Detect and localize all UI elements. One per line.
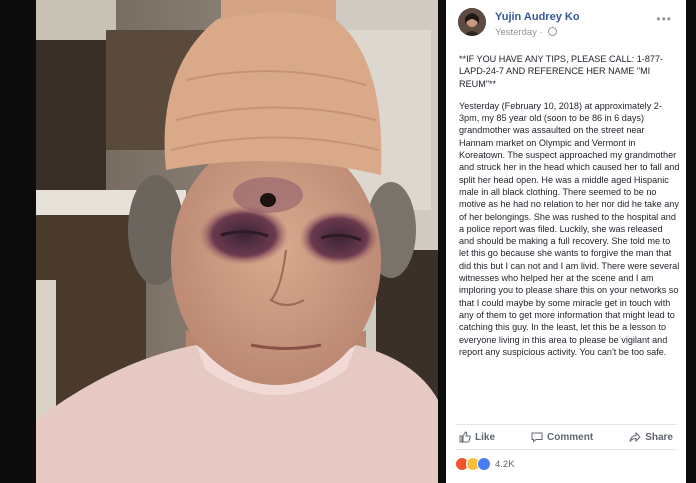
like-button[interactable]: Like	[459, 431, 495, 443]
profile-photo-icon	[458, 8, 486, 36]
comment-icon	[531, 432, 543, 443]
like-reaction-icon	[477, 457, 491, 471]
comment-button[interactable]: Comment	[531, 431, 593, 443]
reaction-count: 4.2K	[495, 458, 515, 470]
post-actions-bar: Like Comment Share	[455, 424, 677, 450]
photo-image	[36, 0, 438, 483]
post-text: **IF YOU HAVE ANY TIPS, PLEASE CALL: 1-8…	[459, 53, 680, 358]
reactions-summary[interactable]: 4.2K	[455, 456, 515, 472]
post-header: Yujin Audrey Ko Yesterday · •••	[446, 0, 686, 40]
globe-icon	[548, 27, 558, 36]
share-arrow-icon	[629, 431, 641, 443]
post-photo[interactable]	[36, 0, 438, 483]
post-timestamp[interactable]: Yesterday ·	[495, 27, 545, 38]
share-button[interactable]: Share	[629, 431, 673, 443]
thumbs-up-icon	[459, 431, 471, 443]
author-name-link[interactable]: Yujin Audrey Ko	[495, 11, 580, 23]
avatar[interactable]	[458, 8, 486, 36]
share-label: Share	[645, 431, 673, 443]
post-notice: **IF YOU HAVE ANY TIPS, PLEASE CALL: 1-8…	[459, 54, 664, 89]
ellipsis-icon[interactable]: •••	[656, 12, 672, 26]
comment-label: Comment	[547, 431, 594, 443]
post-body-text: Yesterday (February 10, 2018) at approxi…	[459, 100, 680, 357]
like-label: Like	[475, 431, 496, 443]
post-meta: Yesterday ·	[495, 27, 558, 38]
post-card: Yujin Audrey Ko Yesterday · ••• **IF YOU…	[446, 0, 686, 483]
